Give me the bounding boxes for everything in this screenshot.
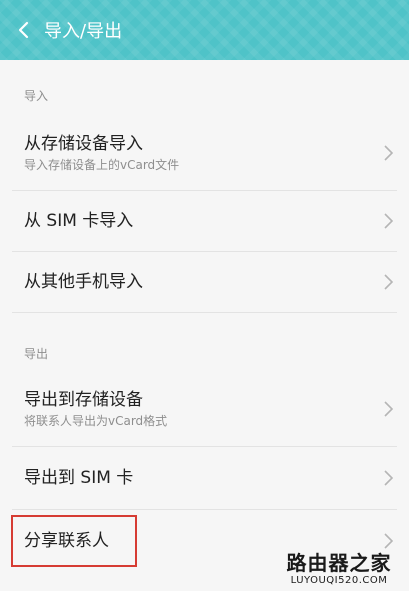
section-label-export: 导出 <box>24 347 49 361</box>
chevron-right-icon <box>384 401 394 417</box>
watermark-brand: 路由器之家 <box>286 551 392 575</box>
chevron-right-icon <box>384 533 394 549</box>
item-subtitle: 导入存储设备上的vCard文件 <box>24 158 180 172</box>
divider <box>12 312 397 313</box>
settings-list: 导入 从存储设备导入 导入存储设备上的vCard文件 从 SIM 卡导入 从其他… <box>0 60 409 591</box>
back-button[interactable] <box>6 10 42 50</box>
watermark: 路由器之家 LUYOUQI520.COM <box>275 551 403 587</box>
chevron-left-icon <box>18 21 29 39</box>
item-title: 从 SIM 卡导入 <box>24 211 134 231</box>
item-title: 从其他手机导入 <box>24 272 143 292</box>
highlight-annotation <box>11 515 137 567</box>
section-label-import: 导入 <box>24 89 49 103</box>
import-from-other-phone-item[interactable]: 从其他手机导入 <box>0 252 409 312</box>
import-from-storage-item[interactable]: 从存储设备导入 导入存储设备上的vCard文件 <box>0 116 409 190</box>
item-title: 导出到 SIM 卡 <box>24 468 134 488</box>
chevron-right-icon <box>384 274 394 290</box>
item-subtitle: 将联系人导出为vCard格式 <box>24 414 168 428</box>
export-to-sim-item[interactable]: 导出到 SIM 卡 <box>0 447 409 509</box>
chevron-right-icon <box>384 470 394 486</box>
export-to-storage-item[interactable]: 导出到存储设备 将联系人导出为vCard格式 <box>0 372 409 446</box>
page-title: 导入/导出 <box>44 21 123 42</box>
watermark-site: LUYOUQI520.COM <box>290 575 388 586</box>
chevron-right-icon <box>384 145 394 161</box>
title-bar: 导入/导出 <box>0 0 409 60</box>
item-title: 从存储设备导入 <box>24 134 143 154</box>
import-from-sim-item[interactable]: 从 SIM 卡导入 <box>0 191 409 251</box>
chevron-right-icon <box>384 213 394 229</box>
item-title: 导出到存储设备 <box>24 390 143 410</box>
